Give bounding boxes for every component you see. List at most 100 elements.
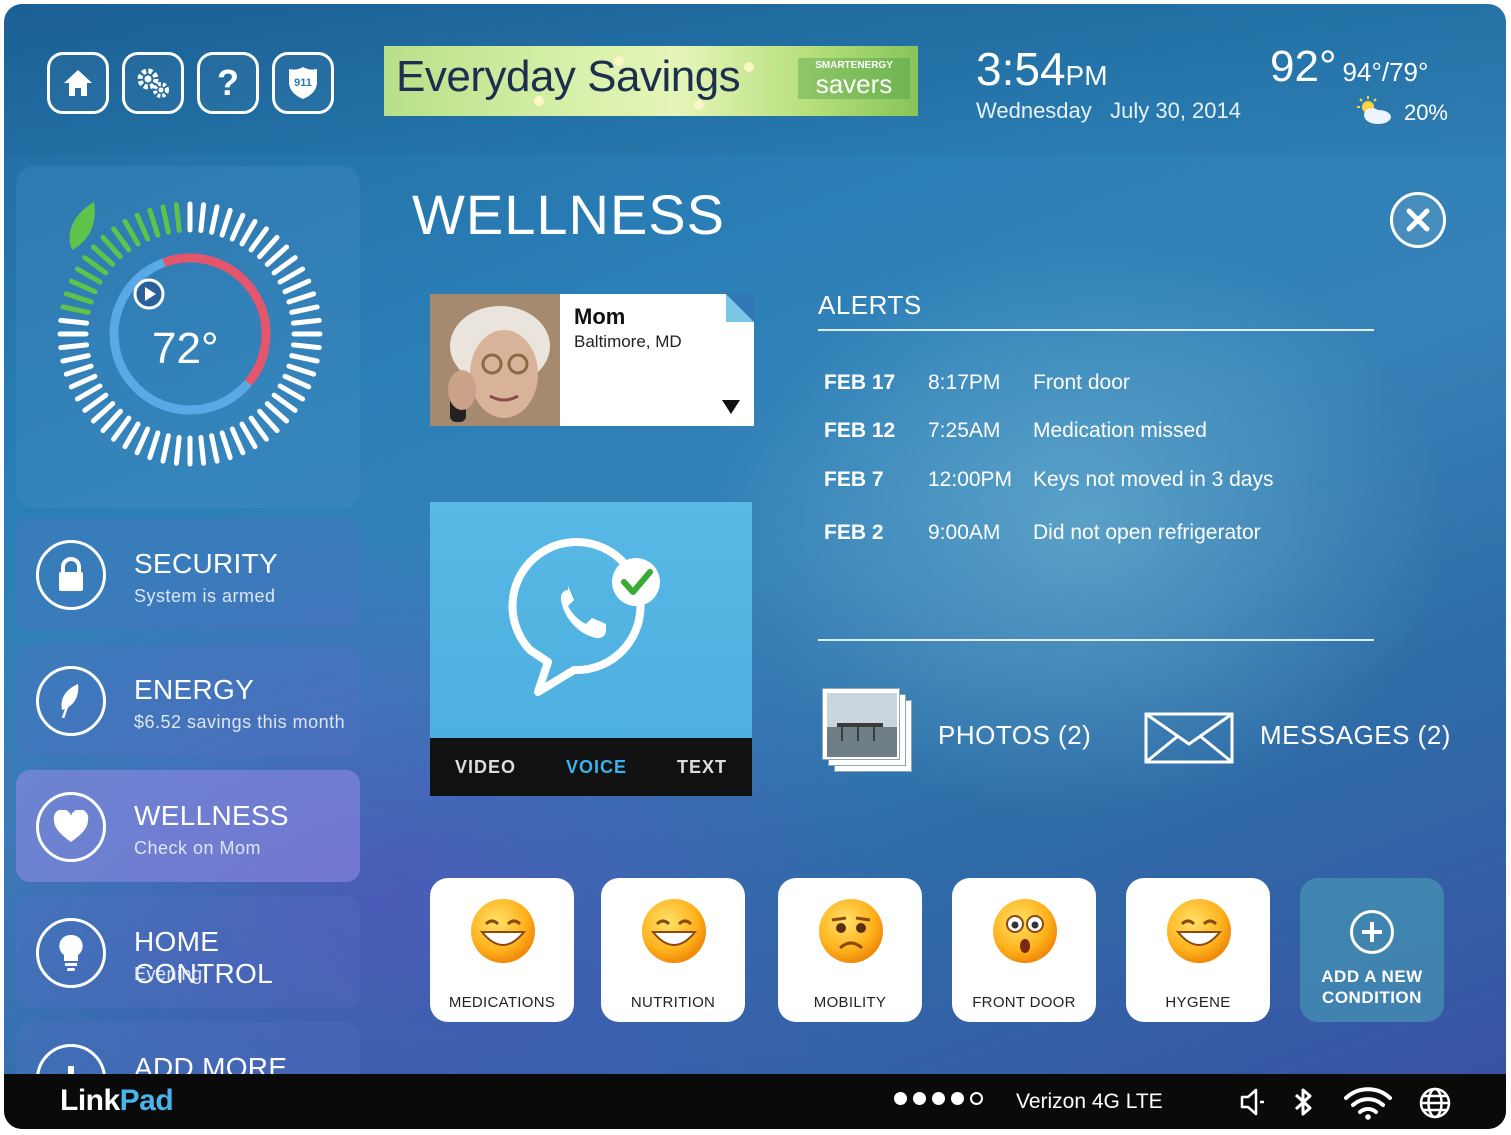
happy-face-icon bbox=[1164, 896, 1234, 970]
condition-tile-mobility[interactable]: MOBILITY bbox=[778, 878, 922, 1022]
sidebar-item-energy[interactable]: ENERGY $6.52 savings this month bbox=[16, 644, 360, 756]
globe-icon[interactable] bbox=[1418, 1086, 1452, 1120]
thermostat-tick bbox=[290, 342, 322, 351]
weather-widget[interactable]: 92° 94°/79° 20% bbox=[1270, 42, 1470, 125]
thermostat-tick bbox=[74, 383, 103, 402]
sidebar-item-subtitle: Evening bbox=[134, 964, 203, 984]
sidebar-item-title: ENERGY bbox=[134, 674, 255, 705]
alert-description: Did not open refrigerator bbox=[1033, 521, 1261, 544]
sidebar-item-security[interactable]: SECURITY System is armed bbox=[16, 518, 360, 630]
tab-video[interactable]: VIDEO bbox=[455, 757, 516, 778]
condition-tile-front-door[interactable]: FRONT DOOR bbox=[952, 878, 1096, 1022]
thermostat-tick bbox=[63, 363, 94, 377]
help-button[interactable]: ? bbox=[197, 52, 259, 114]
sidebar-item-add-more-apps[interactable]: ADD MORE APPS bbox=[16, 1022, 360, 1082]
thermostat-temperature: 72° bbox=[152, 324, 219, 373]
alerts-panel: ALERTS FEB 17 8:17PM Front door FEB 12 7… bbox=[818, 290, 1374, 641]
sidebar-item-subtitle: $6.52 savings this month bbox=[134, 712, 346, 732]
sad-face-icon bbox=[816, 896, 886, 970]
leaf-icon bbox=[61, 684, 79, 719]
alert-time: 8:17PM bbox=[928, 371, 1001, 394]
thermostat-tick bbox=[90, 401, 116, 424]
card-corner-fold bbox=[726, 294, 754, 322]
thermostat-tick bbox=[239, 421, 258, 450]
tab-text[interactable]: TEXT bbox=[677, 757, 727, 778]
condition-tile-nutrition[interactable]: NUTRITION bbox=[601, 878, 745, 1022]
signal-strength-indicator bbox=[894, 1092, 989, 1105]
thermostat-tick bbox=[248, 415, 269, 442]
thermostat-tick bbox=[290, 317, 322, 326]
thermostat-tick bbox=[100, 408, 123, 434]
tab-voice[interactable]: VOICE bbox=[566, 757, 627, 778]
thermostat-tick bbox=[134, 426, 151, 456]
speaker-icon[interactable] bbox=[1238, 1086, 1268, 1118]
call-screen[interactable] bbox=[430, 502, 752, 738]
thermostat-tick bbox=[282, 278, 312, 295]
heart-icon bbox=[53, 810, 89, 842]
thermostat-tick bbox=[264, 244, 290, 267]
thermostat-tick bbox=[68, 373, 98, 390]
lock-icon-circle bbox=[36, 540, 106, 610]
ad-banner[interactable]: Everyday Savings SMARTENERGY savers bbox=[384, 46, 918, 116]
plus-circle-icon bbox=[1350, 910, 1394, 954]
partly-cloudy-icon bbox=[1357, 96, 1391, 124]
alert-description: Medication missed bbox=[1033, 419, 1207, 442]
thermostat-tick bbox=[286, 291, 317, 305]
precipitation-chance: 20% bbox=[1403, 100, 1448, 125]
weather-forecast-row: 20% bbox=[1354, 96, 1464, 126]
thermostat-tick bbox=[229, 212, 246, 242]
contact-location: Baltimore, MD bbox=[574, 332, 682, 351]
condition-label: HYGENE bbox=[1165, 994, 1231, 1011]
thermostat-tick bbox=[209, 433, 220, 464]
thermostat-tick bbox=[60, 304, 91, 315]
close-icon bbox=[1406, 208, 1430, 232]
thermostat-tick bbox=[90, 244, 116, 267]
bluetooth-icon[interactable] bbox=[1292, 1086, 1316, 1118]
thermostat-tick bbox=[248, 226, 269, 253]
eco-leaf-icon bbox=[69, 202, 95, 250]
thermostat-tick bbox=[271, 392, 298, 413]
alert-time: 9:00AM bbox=[928, 521, 1001, 544]
wifi-icon[interactable] bbox=[1344, 1086, 1392, 1120]
sidebar-item-home-control[interactable]: HOME CONTROL Evening bbox=[16, 896, 360, 1008]
emergency-911-label: 911 bbox=[294, 77, 312, 89]
thermostat-tick bbox=[282, 373, 312, 390]
close-button[interactable] bbox=[1390, 192, 1446, 248]
contact-card[interactable]: Mom Baltimore, MD bbox=[430, 294, 754, 426]
clock-time-value: 3:54 bbox=[976, 43, 1066, 95]
home-button[interactable] bbox=[47, 52, 109, 114]
thermostat-tick bbox=[68, 278, 98, 295]
condition-tile-medications[interactable]: MEDICATIONS bbox=[430, 878, 574, 1022]
thermostat-tick bbox=[160, 204, 171, 235]
add-condition-line1: ADD A NEW bbox=[1321, 967, 1423, 986]
thermostat-widget[interactable]: 72° bbox=[16, 166, 360, 508]
contact-photo bbox=[430, 294, 560, 426]
thermostat-tick bbox=[63, 291, 94, 305]
call-panel: VIDEO VOICE TEXT bbox=[430, 502, 752, 796]
messages-link[interactable]: MESSAGES (2) bbox=[1144, 712, 1464, 772]
thermostat-tick bbox=[257, 234, 280, 260]
condition-tile-hygene[interactable]: HYGENE bbox=[1126, 878, 1270, 1022]
gears-icon bbox=[137, 68, 169, 98]
brand-pad: Pad bbox=[119, 1084, 174, 1117]
settings-button[interactable] bbox=[122, 52, 184, 114]
thermostat-tick bbox=[198, 434, 207, 466]
sidebar-item-wellness[interactable]: WELLNESS Check on Mom bbox=[16, 770, 360, 882]
thermostat-tick bbox=[239, 218, 258, 247]
signal-dot bbox=[894, 1092, 907, 1105]
thermostat-tick bbox=[173, 434, 182, 466]
contact-dropdown-arrow-icon[interactable] bbox=[722, 400, 740, 414]
thermostat-tick bbox=[111, 226, 132, 253]
thermostat-tick bbox=[219, 430, 233, 461]
signal-dot bbox=[951, 1092, 964, 1105]
thermostat-tick bbox=[74, 266, 103, 285]
thermostat-tick bbox=[277, 266, 306, 285]
brand-logo: LinkPad bbox=[60, 1084, 174, 1118]
sidebar-item-title: SECURITY bbox=[134, 548, 278, 579]
add-condition-button[interactable]: ADD A NEW CONDITION bbox=[1300, 878, 1444, 1022]
alert-date: FEB 17 bbox=[824, 371, 896, 394]
thermostat-tick bbox=[147, 430, 161, 461]
clock: 3:54PM Wednesday July 30, 2014 bbox=[976, 42, 1241, 124]
photos-link[interactable]: PHOTOS (2) bbox=[818, 684, 1118, 784]
emergency-911-button[interactable]: 911 bbox=[272, 52, 334, 114]
